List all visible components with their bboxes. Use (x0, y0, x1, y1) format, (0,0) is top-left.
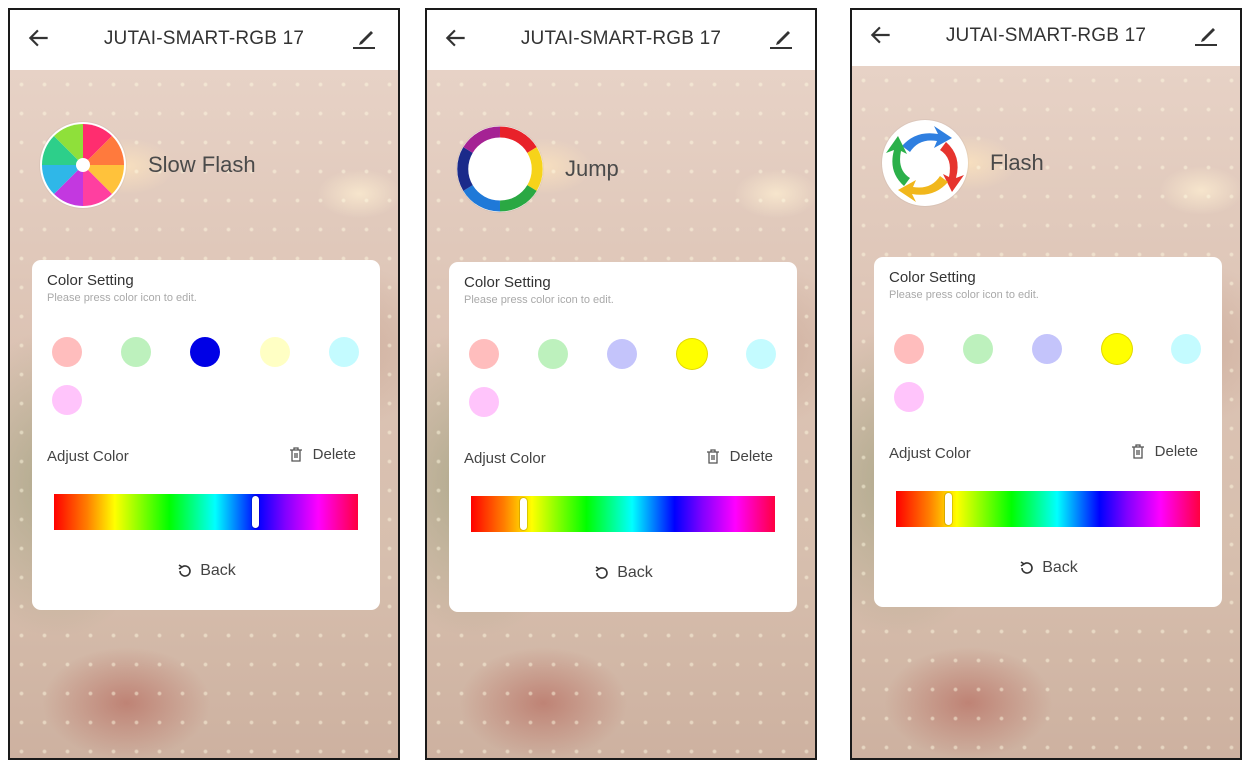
color-setting-card: Color Setting Please press color icon to… (32, 260, 380, 610)
delete-label: Delete (1154, 443, 1198, 460)
color-swatch-5[interactable] (746, 339, 776, 369)
back-label: Back (200, 562, 236, 579)
phone-screen-slow-flash: JUTAI-SMART-RGB 17 Slow Flash Color Sett… (8, 8, 400, 760)
undo-circle-icon (178, 564, 191, 577)
delete-button[interactable]: Delete (289, 446, 356, 463)
edit-pencil-icon[interactable] (767, 24, 795, 52)
device-title: JUTAI-SMART-RGB 17 (520, 28, 722, 49)
hue-slider[interactable] (896, 491, 1200, 527)
color-swatch-5[interactable] (1171, 334, 1201, 364)
undo-circle-icon (595, 566, 608, 579)
device-title: JUTAI-SMART-RGB 17 (945, 25, 1147, 46)
mode-name: Slow Flash (148, 152, 256, 177)
back-button[interactable]: Back (874, 559, 1222, 577)
color-setting-title: Color Setting (47, 272, 134, 289)
flash-arrows-icon (882, 120, 968, 206)
back-button[interactable]: Back (449, 564, 797, 582)
color-swatch-1[interactable] (894, 334, 924, 364)
color-swatch-3-selected[interactable] (190, 337, 220, 367)
slow-flash-swirl-icon (40, 122, 126, 208)
trash-icon (1131, 444, 1144, 459)
hue-slider[interactable] (54, 494, 358, 530)
color-swatch-1[interactable] (469, 339, 499, 369)
device-title: JUTAI-SMART-RGB 17 (103, 28, 305, 49)
phone-screen-jump: JUTAI-SMART-RGB 17 Jump Color Setting Pl… (425, 8, 817, 760)
color-swatch-4-selected[interactable] (677, 339, 707, 369)
back-button[interactable]: Back (32, 562, 380, 580)
delete-label: Delete (312, 446, 356, 463)
edit-pencil-icon[interactable] (1192, 21, 1220, 49)
hue-slider-handle[interactable] (519, 498, 527, 530)
mode-name: Flash (990, 150, 1044, 175)
color-swatch-1[interactable] (52, 337, 82, 367)
back-label: Back (617, 564, 653, 581)
back-label: Back (1042, 559, 1078, 576)
delete-label: Delete (729, 448, 773, 465)
adjust-color-label: Adjust Color (889, 445, 971, 462)
color-swatch-3[interactable] (1032, 334, 1062, 364)
top-bar: JUTAI-SMART-RGB 17 (427, 10, 815, 70)
color-setting-title: Color Setting (464, 274, 551, 291)
color-swatch-2[interactable] (963, 334, 993, 364)
hue-slider-handle[interactable] (944, 493, 952, 525)
color-swatch-4[interactable] (260, 337, 290, 367)
color-setting-title: Color Setting (889, 269, 976, 286)
delete-button[interactable]: Delete (706, 448, 773, 465)
mode-header: Flash (882, 120, 1044, 206)
color-setting-card: Color Setting Please press color icon to… (874, 257, 1222, 607)
color-swatch-2[interactable] (538, 339, 568, 369)
adjust-color-label: Adjust Color (464, 450, 546, 467)
mode-header: Slow Flash (40, 122, 256, 208)
color-swatch-5[interactable] (329, 337, 359, 367)
color-swatch-6[interactable] (52, 385, 82, 415)
trash-icon (289, 447, 302, 462)
color-swatch-4-selected[interactable] (1102, 334, 1132, 364)
mode-header: Jump (457, 126, 619, 212)
color-swatch-6[interactable] (469, 387, 499, 417)
hue-slider[interactable] (471, 496, 775, 532)
hue-slider-handle[interactable] (251, 496, 259, 528)
adjust-color-label: Adjust Color (47, 448, 129, 465)
top-bar: JUTAI-SMART-RGB 17 (10, 10, 398, 70)
color-setting-card: Color Setting Please press color icon to… (449, 262, 797, 612)
color-setting-hint: Please press color icon to edit. (47, 292, 197, 304)
mode-name: Jump (565, 156, 619, 181)
delete-button[interactable]: Delete (1131, 443, 1198, 460)
trash-icon (706, 449, 719, 464)
color-setting-hint: Please press color icon to edit. (464, 294, 614, 306)
color-swatch-2[interactable] (121, 337, 151, 367)
edit-pencil-icon[interactable] (350, 24, 378, 52)
phone-screen-flash: JUTAI-SMART-RGB 17 Flash Color Setting P… (850, 8, 1242, 760)
color-swatch-6[interactable] (894, 382, 924, 412)
jump-ring-icon (457, 126, 543, 212)
undo-circle-icon (1020, 561, 1033, 574)
top-bar: JUTAI-SMART-RGB 17 (852, 10, 1240, 66)
color-setting-hint: Please press color icon to edit. (889, 289, 1039, 301)
color-swatch-3[interactable] (607, 339, 637, 369)
